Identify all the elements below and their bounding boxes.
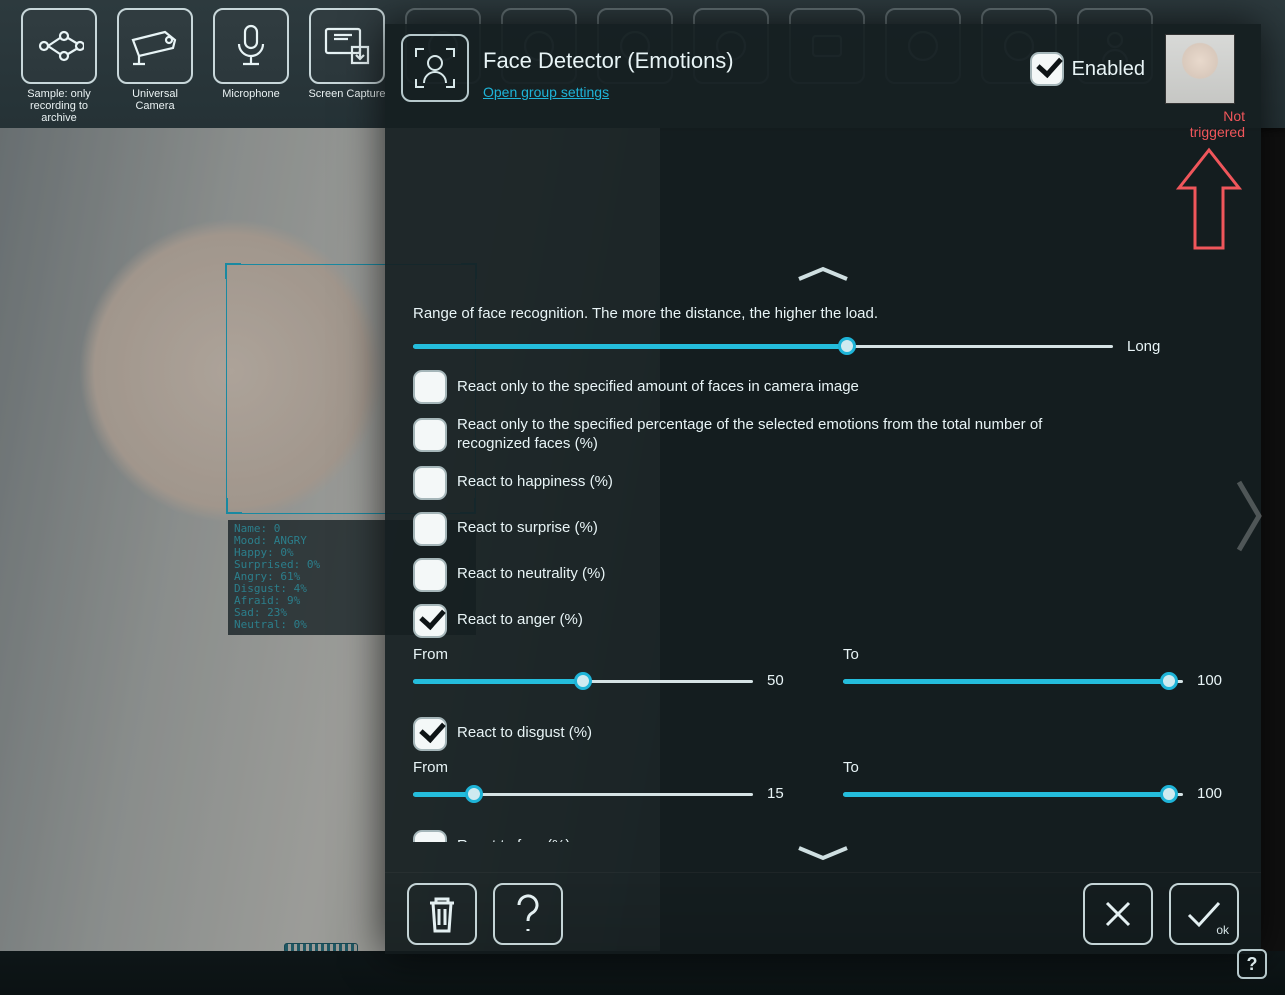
help-glyph: ? <box>1247 954 1258 975</box>
lbl-surprise: React to surprise (%) <box>457 519 598 538</box>
disgust-from-value: 15 <box>767 785 811 802</box>
anger-from-label: From <box>413 646 793 663</box>
next-chevron[interactable] <box>1235 476 1265 561</box>
bottom-bar <box>0 951 1285 995</box>
disgust-to-label: To <box>843 759 1223 776</box>
chk-percent-emotions[interactable] <box>413 418 447 452</box>
range-value-label: Long <box>1127 338 1171 355</box>
chk-fear[interactable] <box>413 830 447 843</box>
cctv-icon <box>117 8 193 84</box>
ok-button[interactable]: ok <box>1169 883 1239 945</box>
settings-panel: Face Detector (Emotions) Open group sett… <box>385 24 1261 954</box>
enabled-label: Enabled <box>1072 58 1145 81</box>
panel-body: Range of face recognition. The more the … <box>385 291 1261 842</box>
lbl-disgust: React to disgust (%) <box>457 724 592 743</box>
panel-footer: ok <box>385 872 1261 954</box>
expand-down[interactable] <box>385 846 1261 866</box>
open-group-link[interactable]: Open group settings <box>483 84 609 100</box>
chk-anger[interactable] <box>413 604 447 638</box>
ok-label: ok <box>1216 923 1229 937</box>
range-description: Range of face recognition. The more the … <box>413 305 1233 322</box>
chk-surprise[interactable] <box>413 512 447 546</box>
nodes-icon <box>21 8 97 84</box>
lbl-percent-emotions: React only to the specified percentage o… <box>457 416 1097 454</box>
tool-camera[interactable]: Universal Camera <box>116 8 194 112</box>
tool-mic[interactable]: Microphone <box>212 8 290 100</box>
delete-button[interactable] <box>407 883 477 945</box>
tool-label: Sample: only recording to archive <box>20 88 98 124</box>
chk-disgust[interactable] <box>413 717 447 751</box>
range-slider[interactable] <box>413 336 1113 356</box>
chk-amount-faces[interactable] <box>413 370 447 404</box>
collapse-up[interactable] <box>385 265 1261 285</box>
cancel-button[interactable] <box>1083 883 1153 945</box>
tool-label: Microphone <box>212 88 290 100</box>
mic-icon <box>213 8 289 84</box>
tool-label: Screen Capture <box>308 88 386 100</box>
screen-icon <box>309 8 385 84</box>
arrow-up-icon <box>1173 144 1245 254</box>
anger-from-value: 50 <box>767 672 811 689</box>
anger-from-slider[interactable] <box>413 671 753 691</box>
lbl-neutrality: React to neutrality (%) <box>457 565 605 584</box>
anger-to-slider[interactable] <box>843 671 1183 691</box>
disgust-to-slider[interactable] <box>843 784 1183 804</box>
disgust-from-slider[interactable] <box>413 784 753 804</box>
lbl-fear: React to fear (%) <box>457 837 570 842</box>
anger-to-value: 100 <box>1197 672 1241 689</box>
global-help-button[interactable]: ? <box>1237 949 1267 979</box>
chk-happiness[interactable] <box>413 466 447 500</box>
tool-sample[interactable]: Sample: only recording to archive <box>20 8 98 124</box>
detection-thumbnail <box>1165 34 1235 104</box>
enabled-checkbox[interactable] <box>1030 52 1064 86</box>
tool-screen[interactable]: Screen Capture <box>308 8 386 100</box>
anger-to-label: To <box>843 646 1223 663</box>
lbl-amount-faces: React only to the specified amount of fa… <box>457 378 859 397</box>
lbl-happiness: React to happiness (%) <box>457 473 613 492</box>
chk-neutrality[interactable] <box>413 558 447 592</box>
lbl-anger: React to anger (%) <box>457 611 583 630</box>
trigger-status: Not triggered <box>1165 108 1245 140</box>
face-detect-icon <box>401 34 469 102</box>
panel-title: Face Detector (Emotions) <box>483 48 1016 74</box>
tool-label: Universal Camera <box>116 88 194 112</box>
disgust-from-label: From <box>413 759 793 776</box>
disgust-to-value: 100 <box>1197 785 1241 802</box>
panel-header: Face Detector (Emotions) Open group sett… <box>385 24 1261 261</box>
help-button[interactable] <box>493 883 563 945</box>
